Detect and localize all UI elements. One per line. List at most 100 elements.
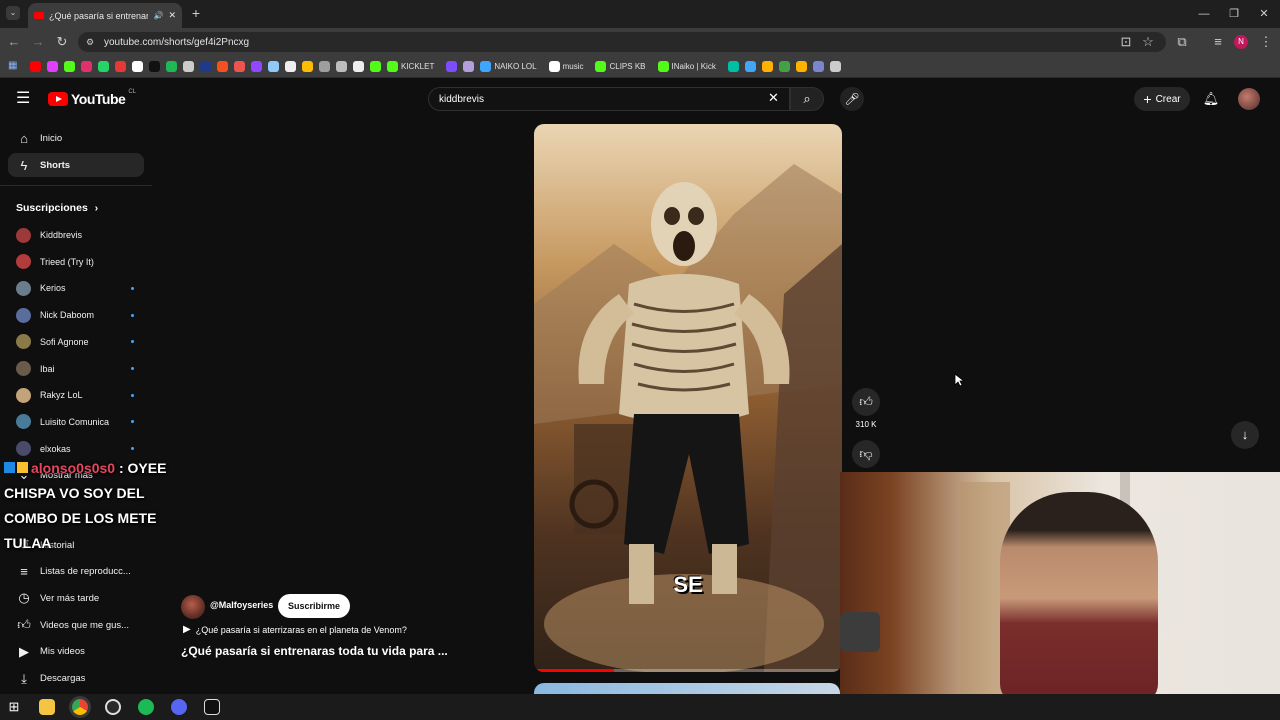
channel-name[interactable]: @Malfoyseries xyxy=(210,600,273,610)
short-video-player[interactable]: SE xyxy=(534,124,842,672)
youtube-logo[interactable]: YouTube CL xyxy=(48,89,136,107)
bookmark-item[interactable] xyxy=(283,59,298,75)
arrow-down-icon: ↓ xyxy=(1241,427,1249,442)
bookmark-item[interactable] xyxy=(300,59,315,75)
related-video-link[interactable]: ▶ ¿Qué pasaría si aterrizaras en el plan… xyxy=(183,624,407,635)
plus-icon: + xyxy=(1143,91,1152,107)
bookmark-item[interactable] xyxy=(811,59,826,75)
sidebar-item-playlist[interactable]: ≡ Listas de reproducc... xyxy=(8,560,144,584)
my-videos-icon: ▶ xyxy=(19,643,29,659)
next-short-button[interactable]: ↓ xyxy=(1231,421,1259,449)
bookmark-item[interactable] xyxy=(113,59,128,75)
bookmark-item[interactable]: NAIKO LOL xyxy=(478,59,538,75)
bookmark-star-icon[interactable]: ☆ xyxy=(1140,34,1156,50)
apps-grid-icon[interactable]: ▦ xyxy=(8,60,19,71)
subscription-item[interactable]: Rakyz LoL xyxy=(8,384,144,406)
media-controls-icon[interactable]: ≡ xyxy=(1210,34,1226,50)
bookmark-item[interactable] xyxy=(317,59,332,75)
channel-avatar[interactable] xyxy=(181,595,205,619)
subscription-item[interactable]: Trieed (Try It) xyxy=(8,251,144,273)
profile-avatar[interactable]: N xyxy=(1234,35,1248,49)
file-explorer-icon[interactable] xyxy=(39,699,55,715)
spotify-icon[interactable] xyxy=(138,699,154,715)
new-tab-button[interactable]: + xyxy=(188,5,204,21)
bookmark-item[interactable] xyxy=(62,59,77,75)
bookmark-item[interactable]: CLIPS KB xyxy=(593,59,647,75)
subscription-item[interactable]: Kerios xyxy=(8,277,144,299)
bookmark-item[interactable] xyxy=(198,59,213,75)
reload-icon[interactable]: ↻ xyxy=(54,34,70,50)
install-app-icon[interactable]: ⊡ xyxy=(1118,34,1134,50)
sidebar-item-inicio[interactable]: ⌂ Inicio xyxy=(8,126,144,150)
subscriptions-heading[interactable]: Suscripciones › xyxy=(16,202,98,214)
chrome-menu-icon[interactable]: ⋮ xyxy=(1258,34,1274,50)
bookmark-item[interactable] xyxy=(249,59,264,75)
voice-search-button[interactable]: 🎤︎ xyxy=(840,87,864,111)
browser-tab[interactable]: ¿Qué pasaría si entrenaras toda tu vida … xyxy=(28,3,182,28)
bookmark-item[interactable] xyxy=(164,59,179,75)
site-info-icon[interactable]: ⚙ xyxy=(86,37,96,47)
discord-icon[interactable] xyxy=(171,699,187,715)
address-bar[interactable]: youtube.com/shorts/gef4i2Pncxg xyxy=(78,32,1166,52)
subscribe-button[interactable]: Suscribirme xyxy=(278,594,350,618)
subscription-item[interactable]: Luisito Comunica xyxy=(8,411,144,433)
chat-message-line: CHISPA VO SOY DEL xyxy=(4,485,145,501)
tab-audio-icon[interactable]: 🔊 xyxy=(153,11,163,20)
subscription-item[interactable]: Nick Daboom xyxy=(8,304,144,326)
bookmark-item[interactable] xyxy=(45,59,60,75)
bookmark-item[interactable] xyxy=(794,59,809,75)
chrome-icon[interactable] xyxy=(72,699,88,715)
bookmark-item[interactable] xyxy=(461,59,476,75)
menu-icon[interactable]: ☰ xyxy=(16,91,32,107)
sidebar-item-my-videos[interactable]: ▶ Mis videos xyxy=(8,640,144,664)
subscription-item[interactable]: Sofi Agnone xyxy=(8,331,144,353)
bookmark-item[interactable]: KICKLET xyxy=(385,59,436,75)
like-button[interactable]: 👍︎ xyxy=(852,388,880,416)
extensions-icon[interactable]: ⧉ xyxy=(1174,34,1190,50)
tab-search-icon[interactable]: ⌄ xyxy=(6,6,20,20)
bookmark-item[interactable] xyxy=(444,59,459,75)
sidebar-item-liked[interactable]: 👍︎ Videos que me gus... xyxy=(8,613,144,637)
windows-start-icon[interactable]: ⊞ xyxy=(6,699,22,715)
search-button[interactable]: ⌕ xyxy=(790,87,824,111)
obs-icon[interactable] xyxy=(105,699,121,715)
bookmark-item[interactable] xyxy=(215,59,230,75)
clear-search-icon[interactable]: ✕ xyxy=(768,91,782,105)
sidebar-item-downloads[interactable]: ⤓ Descargas xyxy=(8,667,144,691)
bookmark-item[interactable] xyxy=(130,59,145,75)
subscription-item[interactable]: Kiddbrevis xyxy=(8,224,144,246)
back-icon[interactable]: ← xyxy=(6,34,22,50)
restore-icon[interactable]: ❐ xyxy=(1226,6,1242,22)
bookmark-item[interactable] xyxy=(96,59,111,75)
capcut-icon[interactable] xyxy=(204,699,220,715)
short-title[interactable]: ¿Qué pasaría si entrenaras toda tu vida … xyxy=(181,644,448,658)
account-avatar[interactable] xyxy=(1238,88,1260,110)
sidebar-item-watch-later[interactable]: ◷ Ver más tarde xyxy=(8,586,144,610)
tab-close-icon[interactable]: ✕ xyxy=(168,10,176,21)
window-close-icon[interactable]: ✕ xyxy=(1256,6,1272,22)
bookmark-item[interactable] xyxy=(79,59,94,75)
minimize-icon[interactable]: — xyxy=(1196,6,1212,22)
bookmark-item[interactable] xyxy=(760,59,775,75)
create-button[interactable]: + Crear xyxy=(1134,87,1190,111)
bookmark-item[interactable] xyxy=(368,59,383,75)
bookmark-item[interactable] xyxy=(828,59,843,75)
bookmark-item[interactable] xyxy=(147,59,162,75)
search-input[interactable]: kiddbrevis xyxy=(428,87,790,111)
bookmark-item[interactable]: music xyxy=(547,59,586,75)
forward-icon[interactable]: → xyxy=(30,34,46,50)
bookmark-item[interactable] xyxy=(726,59,741,75)
subscription-item[interactable]: Ibai xyxy=(8,358,144,380)
dislike-button[interactable]: 👎︎ xyxy=(852,440,880,468)
bookmark-item[interactable] xyxy=(743,59,758,75)
bookmark-item[interactable] xyxy=(232,59,247,75)
bookmark-item[interactable] xyxy=(777,59,792,75)
bookmark-item[interactable] xyxy=(28,59,43,75)
bookmark-item[interactable] xyxy=(266,59,281,75)
notifications-bell-icon[interactable]: 🔔︎ xyxy=(1202,90,1220,108)
bookmark-item[interactable] xyxy=(351,59,366,75)
bookmark-item[interactable] xyxy=(181,59,196,75)
bookmark-item[interactable]: INaiko | Kick xyxy=(656,59,718,75)
sidebar-item-shorts[interactable]: ϟ Shorts xyxy=(8,153,144,177)
bookmark-item[interactable] xyxy=(334,59,349,75)
